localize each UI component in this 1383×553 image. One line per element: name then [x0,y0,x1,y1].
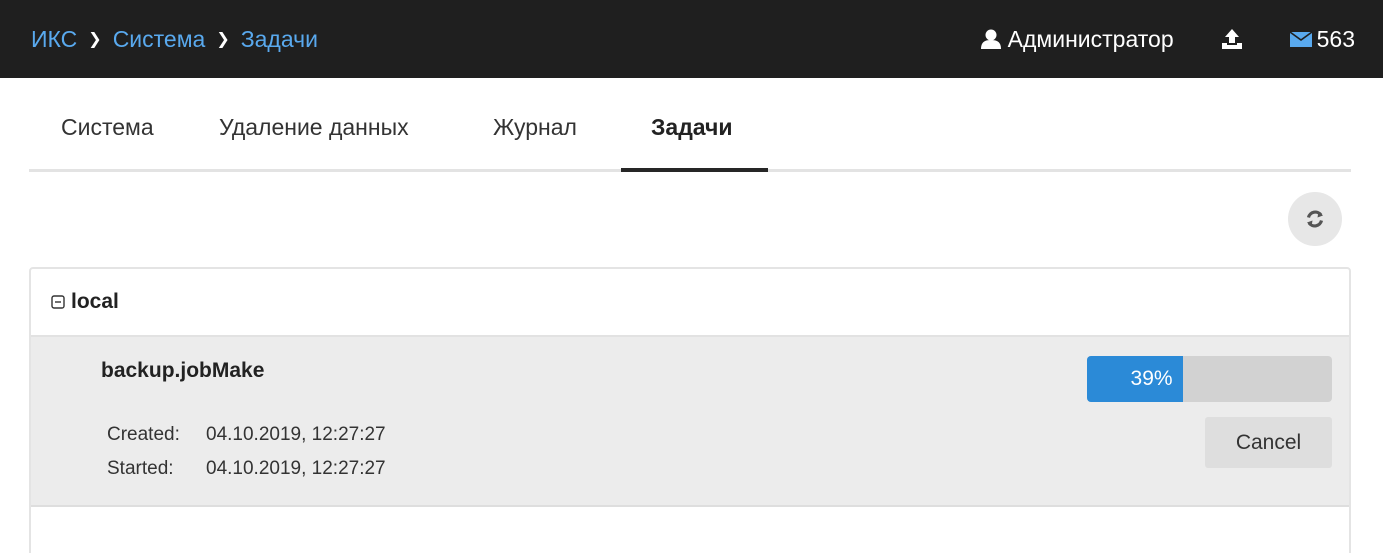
user-name: Администратор [1007,25,1174,52]
tab-data-deletion[interactable]: Удаление данных [219,114,409,172]
job-started: Started: 04.10.2019, 12:27:27 [107,458,386,480]
job-progress-label: 39% [1130,367,1173,390]
tabs-bar: Система Удаление данных Журнал Задачи [29,100,1351,172]
started-value: 04.10.2019, 12:27:27 [206,458,386,479]
started-label: Started: [107,458,174,479]
created-value: 04.10.2019, 12:27:27 [206,424,386,445]
messages-button[interactable]: 563 [1289,25,1355,53]
job-name: backup.jobMake [101,359,265,382]
chevron-right-icon: ❯ [216,31,230,48]
active-tab-indicator [621,168,768,172]
cancel-job-button[interactable]: Cancel [1205,417,1332,468]
group-header-toggle[interactable]: local [31,269,1349,337]
tasks-panel: local backup.jobMake Created: 04.10.2019,… [29,267,1351,553]
breadcrumb-item-system[interactable]: Система [113,26,206,53]
group-title: local [71,290,119,313]
job-created: Created: 04.10.2019, 12:27:27 [107,424,386,446]
minus-square-icon[interactable] [51,295,65,309]
refresh-button[interactable] [1288,192,1342,246]
job-progress-bar: 39% [1087,356,1332,402]
user-icon [980,29,1001,49]
breadcrumb-item-iks[interactable]: ИКС [31,26,77,53]
chevron-right-icon: ❯ [88,31,102,48]
header-actions: Администратор 563 [980,0,1355,78]
breadcrumb: ИКС ❯ Система ❯ Задачи [31,0,318,78]
refresh-icon [1306,210,1324,228]
job-row: backup.jobMake Created: 04.10.2019, 12:27… [31,337,1349,507]
created-label: Created: [107,424,180,445]
top-bar: ИКС ❯ Система ❯ Задачи Администратор 563 [0,0,1383,78]
envelope-icon [1289,31,1312,47]
upload-icon [1221,29,1242,49]
job-progress-fill: 39% [1087,356,1183,402]
breadcrumb-item-tasks[interactable]: Задачи [241,26,318,53]
tab-tasks[interactable]: Задачи [651,114,733,172]
messages-count: 563 [1316,25,1355,52]
tab-journal[interactable]: Журнал [493,114,577,172]
tab-system[interactable]: Система [61,114,154,172]
upload-button[interactable] [1221,28,1243,50]
user-menu[interactable]: Администратор [980,26,1174,53]
